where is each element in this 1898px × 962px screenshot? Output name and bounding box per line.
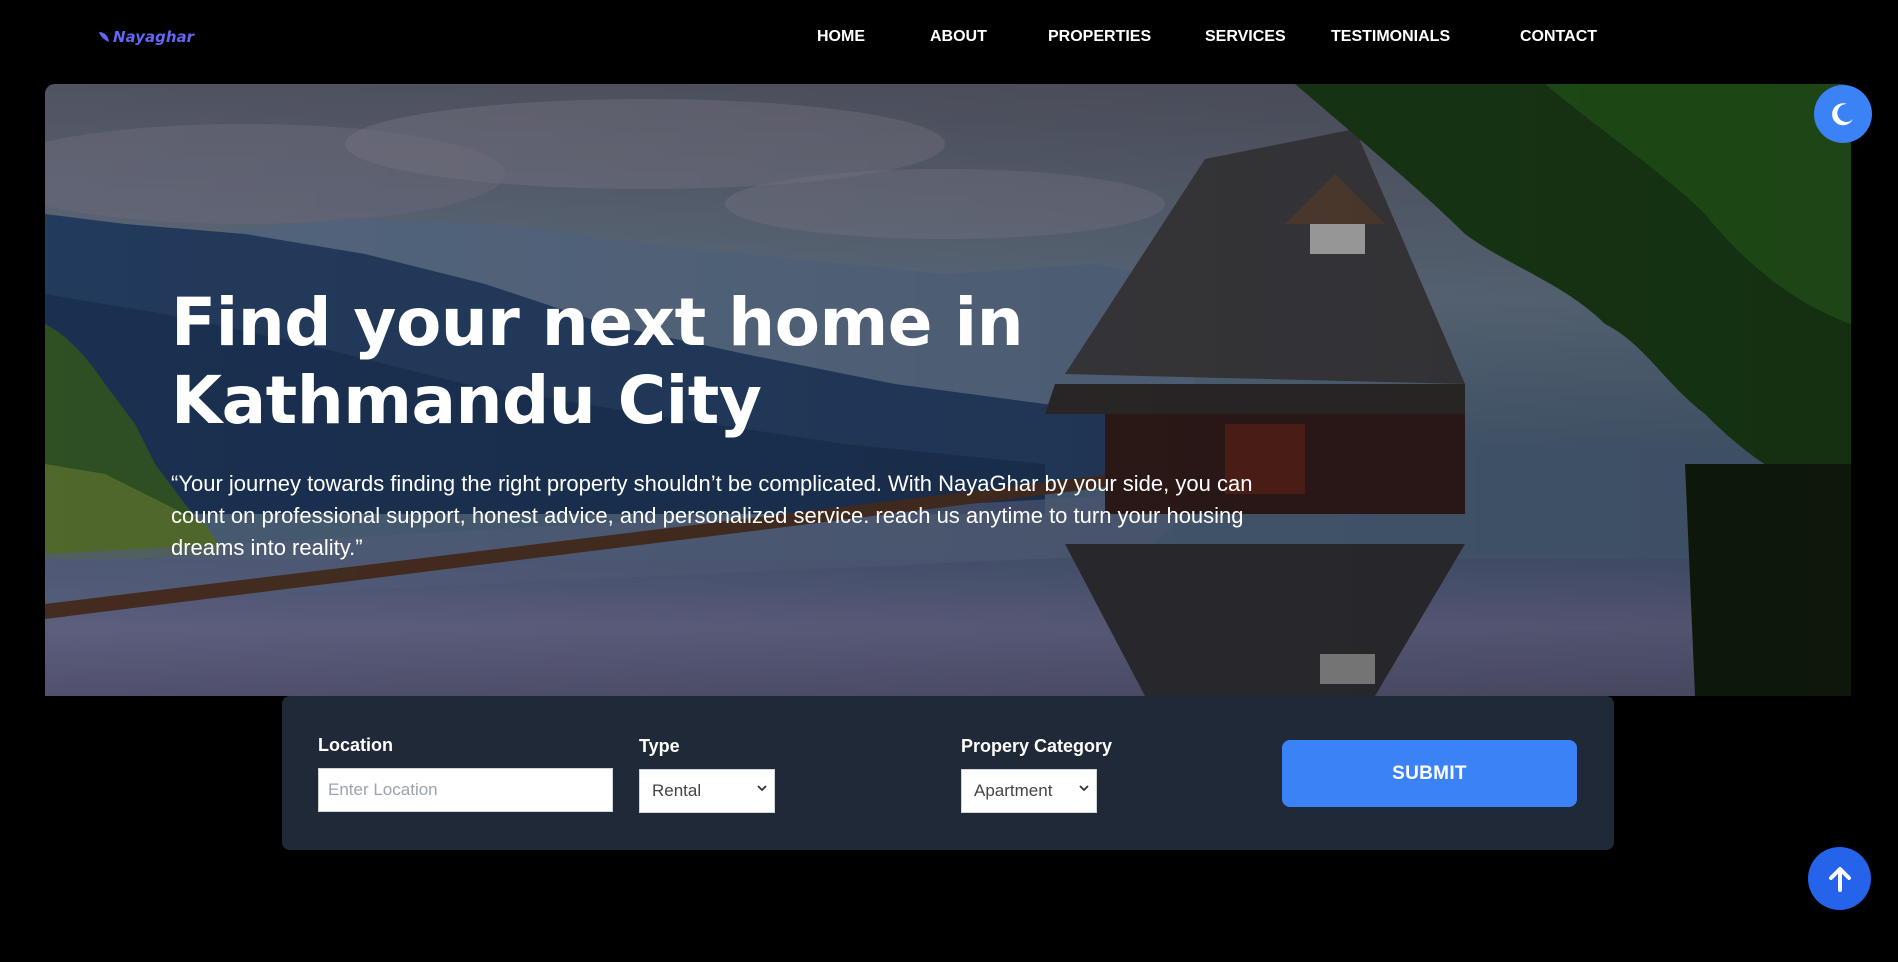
leaf-icon [99,32,109,42]
location-input[interactable] [318,768,613,812]
nav-testimonials[interactable]: TESTIMONIALS [1331,28,1450,46]
type-select-value: Rental [652,781,702,800]
category-label: Propery Category [961,736,1113,756]
brand-name: Nayaghar [113,28,195,46]
nav-home[interactable]: HOME [817,28,865,46]
category-select-value: Apartment [974,781,1053,800]
moon-icon [1832,103,1853,126]
nav-about[interactable]: ABOUT [930,28,987,46]
hero-section: Find your next home in Kathmandu City “Y… [45,84,1851,696]
nav-services[interactable]: SERVICES [1205,28,1286,46]
hero-quote: “Your journey towards finding the right … [171,471,1253,560]
location-label: Location [318,735,393,755]
arrow-up-icon [1828,866,1851,892]
site-header: Nayaghar HOME ABOUT PROPERTIES SERVICES … [0,0,1898,80]
theme-toggle-button[interactable] [1814,85,1872,143]
scroll-to-top-button[interactable] [1808,847,1871,910]
hero-title-line-2: Kathmandu City [171,362,762,439]
nav-properties[interactable]: PROPERTIES [1048,28,1151,46]
nav-contact[interactable]: CONTACT [1520,28,1597,46]
hero-title-line-1: Find your next home in [171,284,1024,361]
type-label: Type [639,736,680,756]
hero-title: Find your next home in Kathmandu City [171,284,1071,440]
brand-logo[interactable]: Nayaghar [98,28,194,46]
chevron-down-icon [1079,785,1089,792]
category-select[interactable]: Apartment [961,769,1097,813]
chevron-down-icon [757,785,767,792]
property-search-panel: Location Type Rental Propery Category Ap… [282,696,1614,850]
type-select[interactable]: Rental [639,769,775,813]
submit-button[interactable]: SUBMIT [1282,740,1577,807]
